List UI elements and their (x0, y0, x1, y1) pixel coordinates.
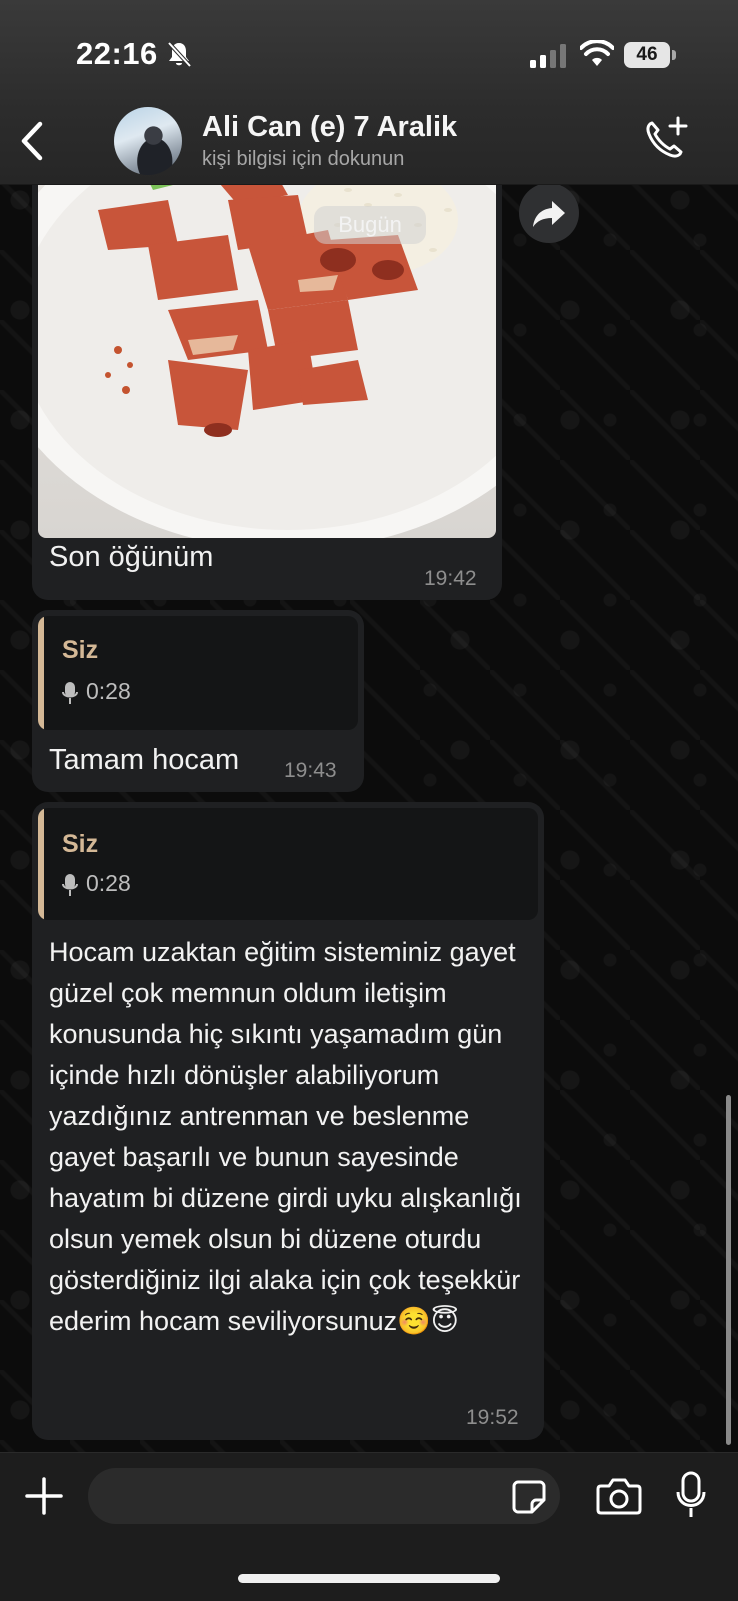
audio-duration: 0:28 (86, 678, 131, 704)
quoted-author: Siz (62, 636, 99, 664)
food-photo[interactable] (38, 150, 496, 538)
contact-name[interactable]: Ali Can (e) 7 Aralik (202, 111, 457, 144)
wifi-icon (580, 40, 614, 66)
message-time: 19:43 (284, 759, 337, 782)
contact-info-hint[interactable]: kişi bilgisi için dokunun (202, 148, 404, 171)
home-indicator (238, 1574, 500, 1583)
battery-indicator: 46 (624, 42, 670, 68)
audio-duration: 0:28 (86, 870, 131, 896)
avatar[interactable] (114, 107, 182, 175)
message-time: 19:42 (424, 567, 477, 590)
message-time: 19:52 (466, 1406, 519, 1429)
scrollbar[interactable] (726, 1095, 731, 1445)
message-text: Tamam hocam (49, 744, 240, 776)
microphone-icon (62, 681, 78, 704)
add-call-icon[interactable] (640, 114, 690, 164)
plus-icon[interactable] (24, 1476, 64, 1516)
status-time: 22:16 (76, 36, 158, 71)
message-input[interactable] (88, 1468, 560, 1524)
microphone-icon[interactable] (676, 1470, 706, 1520)
image-caption: Son öğünüm (49, 541, 214, 573)
microphone-icon (62, 873, 78, 896)
sticker-icon[interactable] (510, 1478, 548, 1516)
date-chip: Bugün (314, 206, 426, 244)
forward-button[interactable] (519, 183, 579, 243)
quote-accent-bar (38, 616, 44, 730)
quoted-audio: 0:28 (62, 678, 131, 705)
quote-accent-bar (38, 808, 44, 920)
quoted-audio: 0:28 (62, 870, 131, 897)
cellular-signal-icon (530, 44, 566, 68)
back-chevron-icon[interactable] (14, 118, 48, 164)
quoted-author: Siz (62, 830, 99, 858)
quoted-reply[interactable]: Siz 0:28 (38, 808, 538, 920)
bell-off-icon (167, 41, 192, 68)
message-text: Hocam uzaktan eğitim sisteminiz gayet gü… (49, 937, 522, 1336)
battery-nub (672, 50, 676, 60)
quoted-reply[interactable]: Siz 0:28 (38, 616, 358, 730)
forward-icon (533, 201, 565, 227)
camera-icon[interactable] (596, 1474, 642, 1516)
